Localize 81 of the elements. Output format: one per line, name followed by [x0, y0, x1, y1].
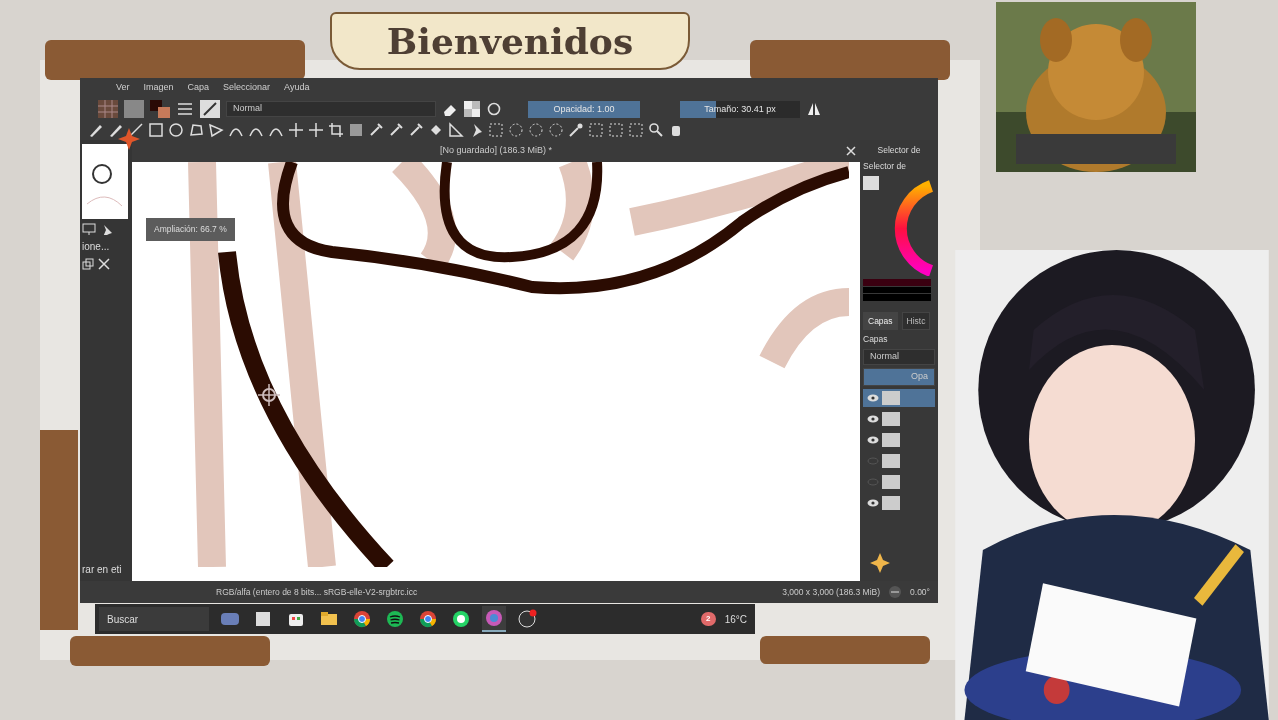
dashed-rectangle-icon[interactable] [608, 122, 624, 138]
mirror-icon[interactable] [806, 101, 822, 117]
menu-item[interactable]: Seleccionar [223, 81, 271, 95]
welcome-banner: Bienvenidos [330, 12, 690, 70]
chrome-icon [418, 609, 438, 629]
move-icon[interactable] [308, 122, 324, 138]
eyedropper-icon[interactable] [408, 122, 424, 138]
triangle-icon[interactable] [208, 122, 224, 138]
spotify-icon [385, 609, 405, 629]
rectangle-icon[interactable] [148, 122, 164, 138]
window-icon [253, 609, 273, 629]
eyedropper-icon[interactable] [388, 122, 404, 138]
menu-item[interactable]: Ayuda [284, 81, 310, 95]
image-size-label: 3,000 x 3,000 (186.3 MiB) [782, 585, 881, 599]
obs-icon [517, 609, 537, 629]
menu-item[interactable]: Imagen [143, 81, 174, 95]
notification-badge: 2 [700, 612, 716, 626]
panel-tab[interactable]: Histc [901, 311, 931, 331]
pen-icon[interactable] [108, 122, 124, 138]
eyedropper-icon[interactable] [368, 122, 384, 138]
sparkle-icon [118, 128, 140, 150]
dashed-circle-icon[interactable] [528, 122, 544, 138]
panel-title: Capas [863, 333, 889, 346]
panel-subtitle: Selector de [863, 159, 907, 173]
color-history-drawing [863, 278, 931, 301]
list-icon[interactable] [176, 101, 194, 117]
checkerboard-icon[interactable] [464, 101, 480, 117]
layer-thumbnail-icon [882, 433, 900, 447]
menu-item[interactable]: Capa [187, 81, 210, 95]
circle-icon[interactable] [168, 122, 184, 138]
search-icon[interactable] [648, 122, 664, 138]
close-icon[interactable] [846, 146, 856, 156]
menu-item[interactable]: Ver [116, 81, 130, 95]
zoom-tooltip: Ampliación: 66.7 % [146, 218, 235, 241]
opacity-slider[interactable]: Opacidad: 1.00 [528, 100, 640, 118]
close-icon[interactable] [98, 258, 110, 270]
layer-thumbnail-icon [882, 412, 900, 426]
panel-title: Selector de [876, 144, 922, 157]
measure-icon[interactable] [448, 122, 464, 138]
dock-label: ione... [82, 240, 111, 254]
blend-mode-dropdown[interactable]: Normal [226, 101, 436, 117]
layer-thumbnail-icon [882, 454, 900, 468]
layer-thumbnail-icon [882, 391, 900, 405]
layer-thumbnail-icon [882, 475, 900, 489]
dashed-circle-icon[interactable] [548, 122, 564, 138]
temperature-label: 16°C [724, 612, 747, 627]
pattern-swatch-icon[interactable] [98, 100, 118, 118]
document-title: [No guardado] (186.3 MiB) * [439, 144, 553, 158]
monitor-icon[interactable] [82, 223, 96, 235]
layer-thumbnail-icon [882, 496, 900, 510]
chrome-icon [352, 609, 372, 629]
eye-icon[interactable] [867, 393, 879, 403]
blend-mode-dropdown[interactable]: Normal [863, 349, 935, 365]
crosshair-cursor-icon [258, 384, 280, 406]
rotation-label: 0.00° [910, 585, 930, 599]
polygon-icon[interactable] [188, 122, 204, 138]
dashed-rectangle-icon[interactable] [628, 122, 644, 138]
eye-icon[interactable] [867, 414, 879, 424]
crop-icon[interactable] [328, 122, 344, 138]
rotation-icon [888, 585, 903, 599]
dashed-rectangle-icon[interactable] [588, 122, 604, 138]
dashed-rectangle-icon[interactable] [488, 122, 504, 138]
panel-tab[interactable]: Capas [863, 311, 898, 331]
move-icon[interactable] [288, 122, 304, 138]
dashed-circle-icon[interactable] [508, 122, 524, 138]
magic-wand-icon[interactable] [568, 122, 584, 138]
krita-icon [484, 608, 504, 628]
color-swatch-icon[interactable] [150, 100, 170, 118]
sparkle-icon [870, 553, 890, 573]
brush-preset-icon[interactable] [200, 100, 220, 118]
drawing-canvas[interactable]: Ampliación: 66.7 % [132, 162, 860, 581]
eye-icon[interactable] [867, 498, 879, 508]
pen-icon[interactable] [88, 122, 104, 138]
eye-icon[interactable] [867, 435, 879, 445]
color-space-label: RGB/alfa (entero de 8 bits... sRGB-elle-V2-srgbtrc.icc [216, 585, 418, 599]
whatsapp-icon [451, 609, 471, 629]
line-icon[interactable] [128, 122, 144, 138]
search-field[interactable]: Buscar [99, 607, 209, 631]
dock-label: rar en eti [82, 563, 123, 577]
float-icon[interactable] [82, 258, 94, 270]
layer-row[interactable] [863, 389, 935, 407]
